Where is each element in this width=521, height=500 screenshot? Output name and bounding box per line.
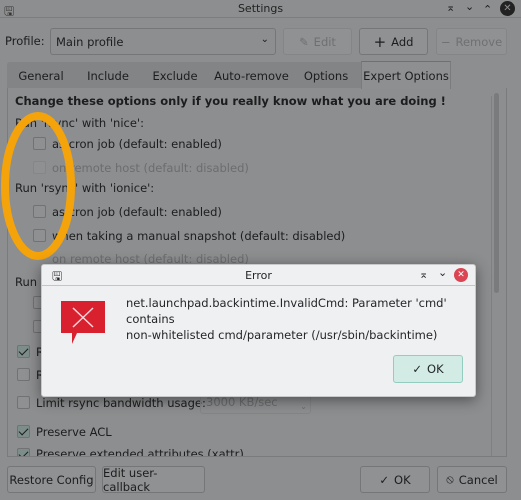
orange-annotation-ellipse xyxy=(1,112,75,260)
minimize-icon[interactable]: ⌄ xyxy=(438,266,447,279)
pencil-icon: ✎ xyxy=(299,34,309,49)
bandwidth-checkbox[interactable] xyxy=(17,396,30,409)
error-ok-label: OK xyxy=(427,362,444,376)
cancel-icon: ⦸ xyxy=(446,472,454,486)
tab-auto-remove[interactable]: Auto-remove xyxy=(213,63,290,88)
remove-button[interactable]: − Remove xyxy=(436,28,507,55)
window-title: Settings xyxy=(237,2,284,15)
run-label-partial: Run ' xyxy=(15,275,44,289)
chevron-down-icon: ⌄ xyxy=(260,34,269,45)
r1-checkbox[interactable] xyxy=(17,345,30,358)
minimize-icon[interactable]: ⌄ xyxy=(465,0,474,13)
check-icon: ✓ xyxy=(412,362,423,376)
title-bar: 🖫 Settings ⌅ ⌄ ⌃ ✕ xyxy=(0,0,521,18)
tab-exclude[interactable]: Exclude xyxy=(150,63,200,88)
error-message: net.launchpad.backintime.InvalidCmd: Par… xyxy=(126,295,475,343)
ok-label: OK xyxy=(394,472,411,487)
cancel-label: Cancel xyxy=(458,472,498,487)
acl-label: Preserve ACL xyxy=(36,425,112,439)
profile-value: Main profile xyxy=(56,34,124,49)
keep-above-icon[interactable]: ⌅ xyxy=(446,1,455,14)
plus-icon: + xyxy=(373,32,387,51)
r2-checkbox[interactable] xyxy=(17,368,30,381)
warning-heading: Change these options only if you really … xyxy=(15,94,446,108)
error-line-2: non-whitelisted cmd/parameter (/usr/sbin… xyxy=(126,328,438,342)
profile-label: Profile: xyxy=(5,34,45,48)
edit-label: Edit xyxy=(313,34,336,49)
xattr-checkbox[interactable] xyxy=(17,448,30,456)
close-icon[interactable]: ✕ xyxy=(500,1,515,16)
xattr-label: Preserve extended attributes (xattr) xyxy=(36,447,244,457)
edit-user-callback-button[interactable]: Edit user-callback xyxy=(102,466,205,494)
keep-above-icon[interactable]: ⌅ xyxy=(419,268,428,281)
close-icon[interactable]: ✕ xyxy=(454,268,468,282)
error-title-bar: 🖫 Error ⌅ ⌄ ✕ xyxy=(42,265,475,286)
acl-checkbox[interactable] xyxy=(17,425,30,438)
edit-button[interactable]: ✎ Edit xyxy=(283,28,352,55)
bandwidth-value: 3000 KB/sec xyxy=(206,395,278,409)
restore-config-button[interactable]: Restore Config xyxy=(7,466,96,493)
tab-expert-options[interactable]: Expert Options xyxy=(361,61,451,89)
bandwidth-label: Limit rsync bandwidth usage: xyxy=(36,396,206,410)
ionice-manual-label: when taking a manual snapshot (default: … xyxy=(52,229,346,243)
add-button[interactable]: + Add xyxy=(359,28,428,55)
error-ok-button[interactable]: ✓ OK xyxy=(393,355,463,383)
profile-select[interactable]: Main profile ⌄ xyxy=(50,28,276,55)
maximize-icon[interactable]: ⌃ xyxy=(483,3,492,16)
annotation-ellipse xyxy=(1,112,75,260)
scrollbar-thumb[interactable] xyxy=(494,93,499,293)
tab-options[interactable]: Options xyxy=(300,63,352,88)
tab-general[interactable]: General xyxy=(14,63,68,88)
tab-include[interactable]: Include xyxy=(84,63,132,88)
check-icon: ✓ xyxy=(379,472,390,487)
error-title: Error xyxy=(245,269,272,282)
minus-icon: − xyxy=(440,34,451,49)
error-dialog: 🖫 Error ⌅ ⌄ ✕ net.launchpad.backintime.I… xyxy=(41,264,476,397)
ok-button[interactable]: ✓ OK xyxy=(360,466,430,493)
cancel-button[interactable]: ⦸ Cancel xyxy=(437,466,507,493)
remove-label: Remove xyxy=(455,34,503,49)
add-label: Add xyxy=(391,34,414,49)
error-icon xyxy=(61,301,105,344)
error-line-1: net.launchpad.backintime.InvalidCmd: Par… xyxy=(126,296,447,326)
